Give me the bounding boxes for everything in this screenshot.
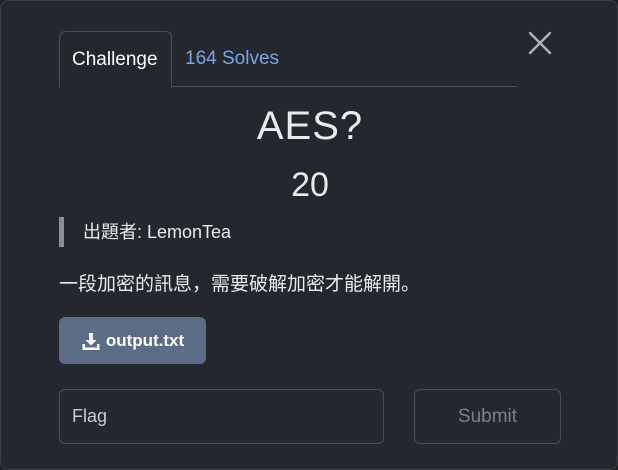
- challenge-title: AES?: [256, 104, 364, 148]
- tab-solves[interactable]: 164 Solves: [173, 31, 291, 87]
- close-icon: [528, 31, 552, 55]
- download-file-label: output.txt: [105, 330, 185, 350]
- close-button[interactable]: [526, 29, 554, 57]
- download-icon: [82, 332, 100, 350]
- challenge-points: 20: [291, 166, 329, 204]
- challenge-author: 出題者: LemonTea: [83, 222, 232, 242]
- challenge-description: 一段加密的訊息，需要破解加密才能解開。: [59, 274, 421, 295]
- flag-input[interactable]: [59, 389, 384, 444]
- tab-challenge[interactable]: Challenge: [59, 31, 172, 88]
- tab-bar: Challenge 164 Solves: [59, 31, 517, 88]
- download-file-button[interactable]: output.txt: [59, 317, 206, 364]
- author-quote-bar: [59, 217, 64, 247]
- submit-button[interactable]: Submit: [414, 389, 561, 444]
- challenge-modal: Challenge 164 Solves AES? 20 出題者: LemonT…: [0, 0, 618, 470]
